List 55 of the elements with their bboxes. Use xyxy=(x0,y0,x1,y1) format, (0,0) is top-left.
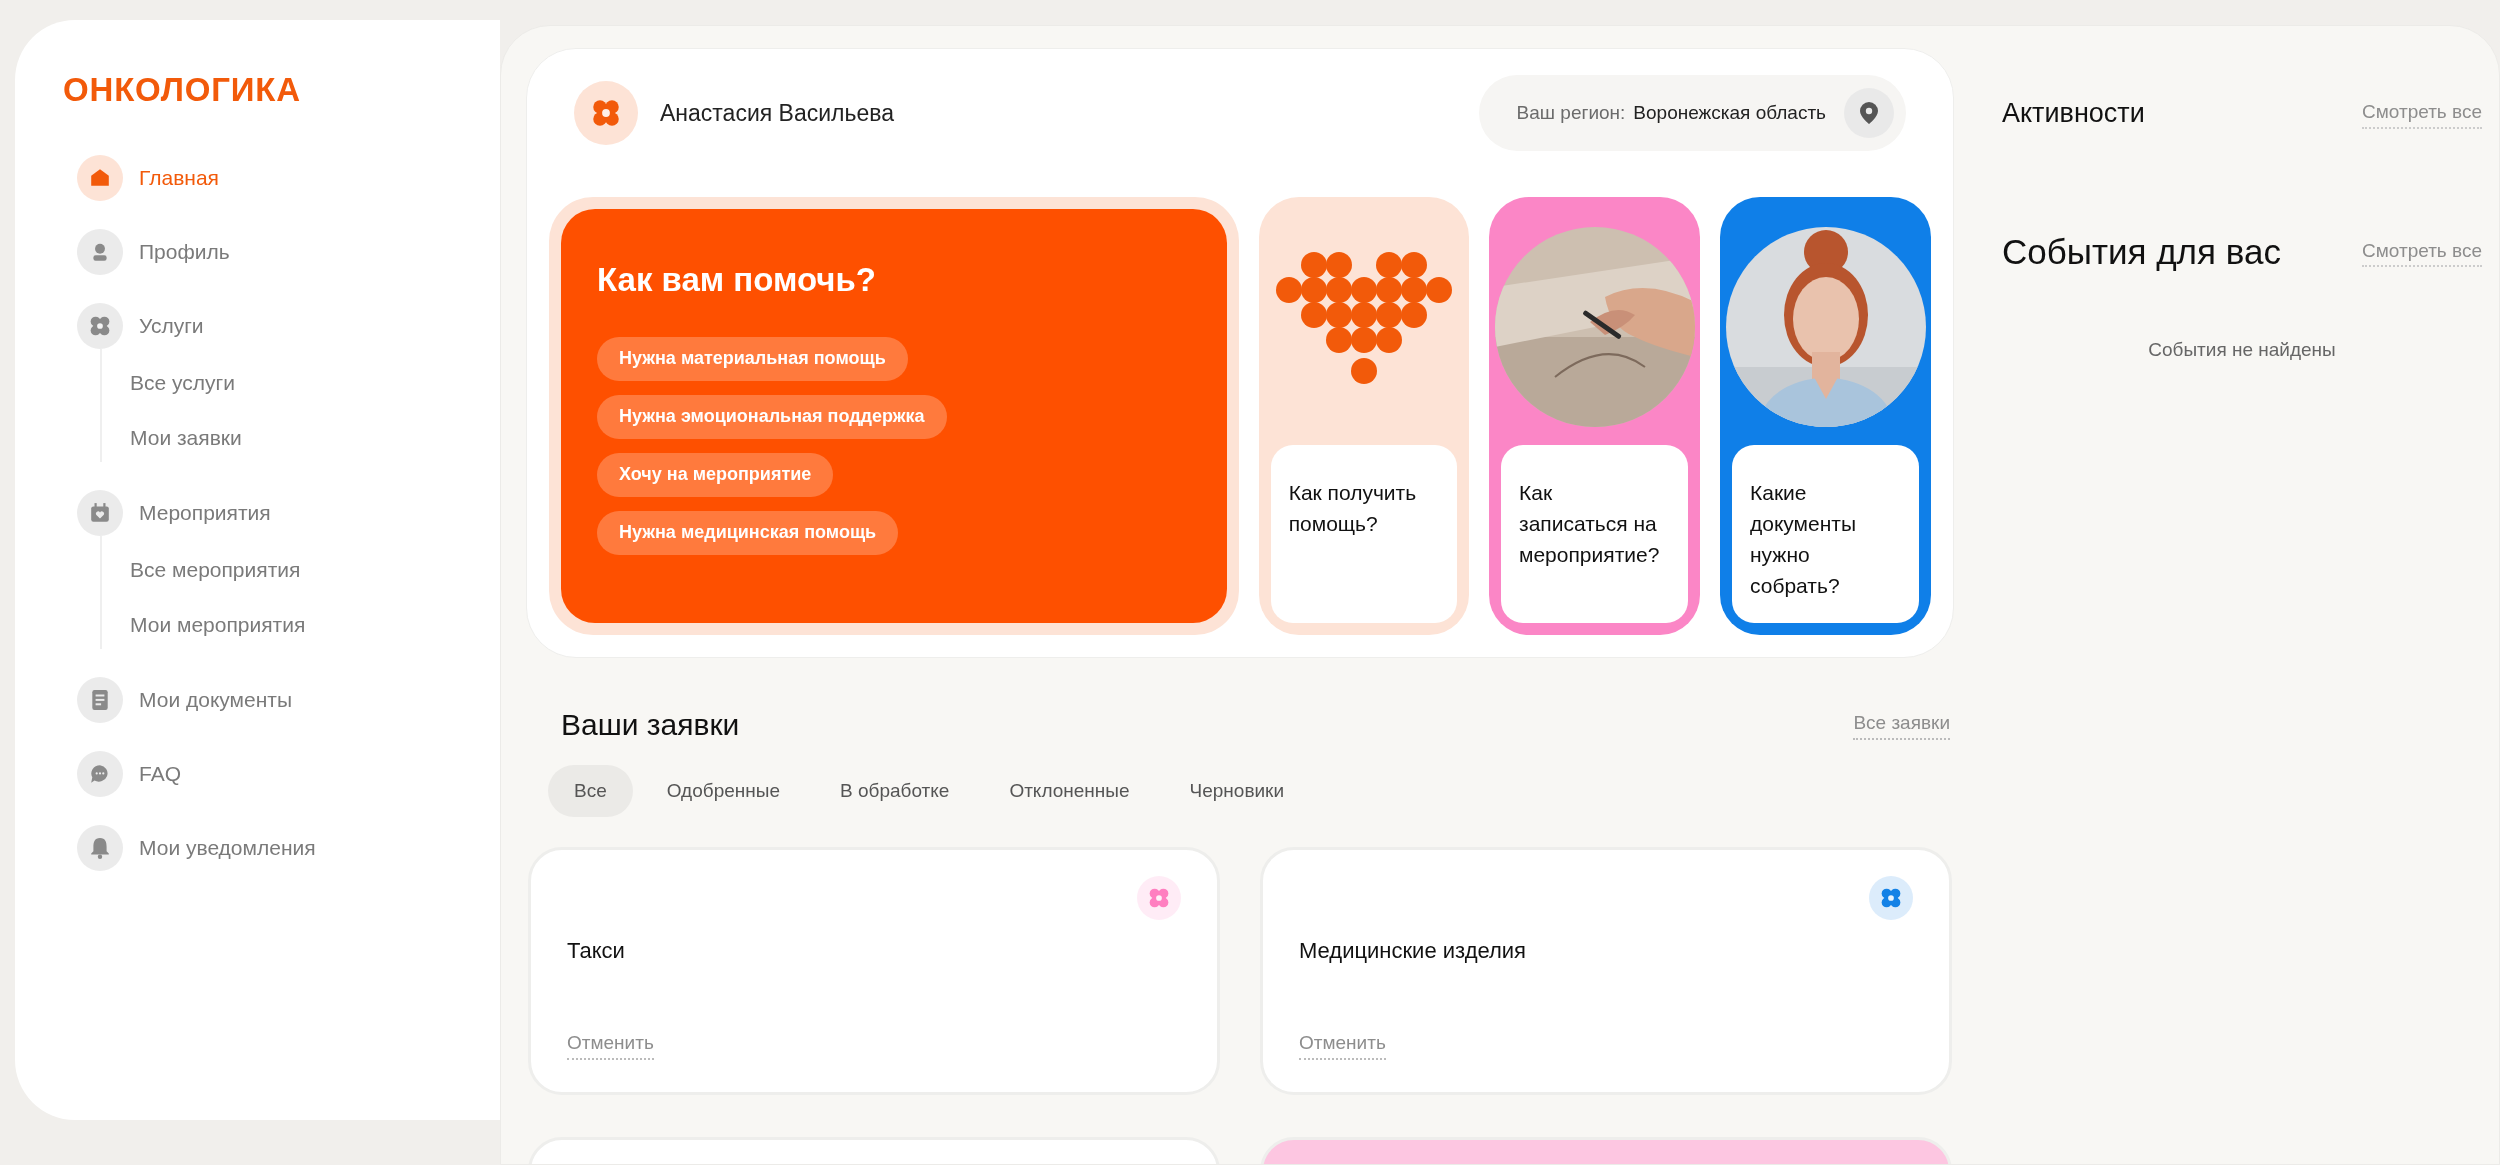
flower-icon xyxy=(89,314,111,337)
faq-card[interactable]: Как получить помощь? xyxy=(1258,197,1469,635)
request-title: Такси xyxy=(567,937,625,965)
chat-icon xyxy=(89,762,111,785)
see-all-link[interactable]: Смотреть все xyxy=(2362,236,2482,267)
region-value: Воронежская область xyxy=(1633,100,1826,125)
help-title: Как вам помочь? xyxy=(597,260,876,300)
sidebar-item[interactable]: FAQ xyxy=(63,750,500,797)
flower-icon xyxy=(1148,887,1170,909)
document-icon xyxy=(89,688,111,711)
sidebar-subitem[interactable]: Все услуги xyxy=(102,366,235,398)
help-chip[interactable]: Хочу на мероприятие xyxy=(597,452,834,497)
sidebar-item[interactable]: Профиль xyxy=(63,228,500,275)
sidebar-subitem[interactable]: Мои заявки xyxy=(102,422,242,454)
sidebar-subitem[interactable]: Мои мероприятия xyxy=(102,609,306,641)
location-pin-button[interactable] xyxy=(1844,88,1894,138)
filter-tab[interactable]: В обработке xyxy=(814,765,976,817)
request-card[interactable]: Медицинские изделия Отменить xyxy=(1260,847,1952,1095)
all-requests-link[interactable]: Все заявки xyxy=(1853,709,1950,740)
activities-title: Активности xyxy=(2002,97,2145,130)
request-card[interactable]: Такси Отменить xyxy=(528,847,1220,1095)
sidebar-item[interactable]: Мероприятия xyxy=(63,489,500,536)
sidebar-subitem[interactable]: Все мероприятия xyxy=(102,553,301,585)
location-pin-icon xyxy=(1860,102,1878,124)
filter-tab[interactable]: Черновики xyxy=(1163,765,1311,817)
sidebar-item[interactable]: Главная xyxy=(63,154,500,201)
region-label: Ваш регион: xyxy=(1516,100,1626,125)
faq-text: Как получить помощь? xyxy=(1270,445,1457,623)
faq-text: Какие документы нужно собрать? xyxy=(1732,445,1919,623)
sidebar-item[interactable]: Мои документы xyxy=(63,676,500,723)
region-selector[interactable]: Ваш регион: Воронежская область xyxy=(1478,75,1906,151)
logo: ОНКОЛОГИКА xyxy=(63,70,301,110)
see-all-link[interactable]: Смотреть все xyxy=(2362,98,2482,129)
filter-tab[interactable]: Одобренные xyxy=(640,765,806,817)
user-name: Анастасия Васильева xyxy=(660,98,895,128)
requests-title: Ваши заявки xyxy=(561,707,740,743)
faq-card[interactable]: Как записаться на мероприятие? xyxy=(1489,197,1700,635)
cancel-link[interactable]: Отменить xyxy=(567,1029,654,1060)
flower-icon xyxy=(1880,887,1902,909)
filter-tab[interactable]: Отклоненные xyxy=(983,765,1156,817)
help-chip[interactable]: Нужна медицинская помощь xyxy=(597,510,899,555)
sidebar-item[interactable]: Услуги xyxy=(63,302,500,349)
cancel-link[interactable]: Отменить xyxy=(1299,1029,1386,1060)
bell-icon xyxy=(89,836,111,859)
filter-tab[interactable]: Все xyxy=(548,765,633,817)
help-chip[interactable]: Нужна материальная помощь xyxy=(597,336,908,381)
events-title: События для вас xyxy=(2002,230,2281,273)
request-title: Медицинские изделия xyxy=(1299,937,1527,965)
faq-text: Как записаться на мероприятие? xyxy=(1501,445,1688,623)
sidebar-item[interactable]: Мои уведомления xyxy=(63,824,500,871)
help-chip[interactable]: Нужна эмоциональная поддержка xyxy=(597,394,947,439)
faq-card[interactable]: Какие документы нужно собрать? xyxy=(1720,197,1931,635)
calendar-icon xyxy=(89,501,111,524)
flower-icon xyxy=(591,98,621,128)
empty-message: События не найдены xyxy=(2148,338,2336,362)
